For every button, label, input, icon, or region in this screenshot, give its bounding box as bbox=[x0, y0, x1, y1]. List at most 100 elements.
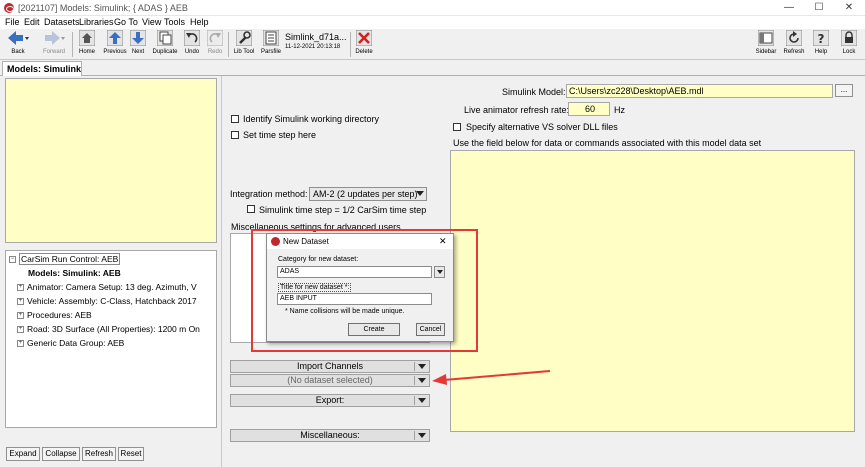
tree-item-procedures[interactable]: + Procedures: AEB bbox=[17, 309, 92, 322]
refresh-rate-label: Live animator refresh rate: bbox=[464, 105, 570, 115]
expand-icon[interactable]: + bbox=[17, 340, 24, 348]
expand-button[interactable]: Expand bbox=[6, 447, 40, 461]
next-button[interactable]: Next bbox=[129, 29, 147, 59]
forward-arrow-icon bbox=[43, 30, 65, 46]
simulink-model-path[interactable]: C:\Users\zc228\Desktop\AEB.mdl bbox=[566, 84, 833, 98]
refresh-rate-unit: Hz bbox=[614, 105, 625, 115]
lock-icon bbox=[840, 29, 858, 47]
annotation-rectangle bbox=[251, 229, 478, 352]
parsfile-info: Simlink_d71a... 11-12-2021 20:13:18 bbox=[285, 31, 349, 57]
lock-button[interactable]: Lock bbox=[837, 29, 861, 59]
undo-icon bbox=[183, 29, 201, 47]
run-tree: − CarSim Run Control: AEB Models: Simulin… bbox=[5, 250, 217, 428]
parsfile-date: 11-12-2021 20:13:18 bbox=[285, 44, 341, 50]
dropdown-arrow-icon bbox=[418, 398, 426, 403]
expand-icon[interactable]: + bbox=[17, 312, 24, 320]
duplicate-icon bbox=[156, 29, 174, 47]
help-question-icon: ? bbox=[812, 29, 830, 47]
back-button[interactable]: Back bbox=[4, 30, 32, 59]
simulink-time-step-label: Simulink time step = 1/2 CarSim time ste… bbox=[259, 205, 427, 215]
simulink-model-label: Simulink Model: bbox=[502, 87, 566, 97]
annotation-arrow-icon bbox=[432, 370, 551, 385]
parsfile-button[interactable]: Parsfile bbox=[259, 29, 283, 59]
alt-solver-checkbox[interactable] bbox=[453, 123, 461, 131]
down-arrow-icon bbox=[129, 29, 147, 47]
dropdown-arrow-icon bbox=[418, 364, 426, 369]
menu-edit[interactable]: Edit bbox=[24, 16, 40, 29]
menu-datasets[interactable]: Datasets bbox=[44, 16, 80, 29]
tree-root[interactable]: − CarSim Run Control: AEB bbox=[9, 253, 121, 266]
menu-go-to[interactable]: Go To bbox=[114, 16, 138, 29]
dropdown-arrow-icon bbox=[418, 378, 426, 383]
refresh-rate-input[interactable]: 60 bbox=[568, 102, 610, 116]
minimize-button[interactable]: — bbox=[777, 0, 801, 16]
dataset-select[interactable]: (No dataset selected) bbox=[230, 374, 430, 387]
alt-solver-label: Specify alternative VS solver DLL files bbox=[466, 122, 618, 132]
dropdown-arrow-icon bbox=[416, 191, 424, 196]
delete-x-icon bbox=[355, 29, 373, 47]
wrench-icon bbox=[235, 29, 253, 47]
simulink-time-step-checkbox[interactable] bbox=[247, 205, 255, 213]
forward-button[interactable]: Forward bbox=[38, 30, 70, 59]
up-arrow-icon bbox=[106, 29, 124, 47]
tree-item-generic-data[interactable]: + Generic Data Group: AEB bbox=[17, 337, 124, 350]
identify-wd-checkbox[interactable] bbox=[231, 115, 239, 123]
reset-button[interactable]: Reset bbox=[118, 447, 144, 461]
identify-wd-label: Identify Simulink working directory bbox=[243, 114, 380, 124]
refresh-button[interactable]: Refresh bbox=[782, 29, 806, 59]
expand-icon[interactable]: + bbox=[17, 326, 24, 334]
tree-refresh-button[interactable]: Refresh bbox=[82, 447, 116, 461]
set-time-step-label: Set time step here bbox=[243, 130, 317, 140]
duplicate-button[interactable]: Duplicate bbox=[151, 29, 179, 59]
svg-text:?: ? bbox=[818, 32, 825, 46]
previous-button[interactable]: Previous bbox=[101, 29, 129, 59]
miscellaneous-button[interactable]: Miscellaneous: bbox=[230, 429, 430, 442]
integration-method-select[interactable]: AM-2 (2 updates per step) bbox=[309, 187, 427, 201]
collapse-icon[interactable]: − bbox=[9, 256, 16, 264]
redo-icon bbox=[206, 29, 224, 47]
menu-bar: File Edit Datasets Libraries Go To View … bbox=[0, 16, 865, 29]
window-title: [2021107] Models: Simulink; { ADAS } AEB bbox=[18, 3, 188, 13]
model-data-field[interactable] bbox=[450, 150, 855, 432]
export-button[interactable]: Export: bbox=[230, 394, 430, 407]
menu-tools[interactable]: Tools bbox=[164, 16, 185, 29]
home-icon bbox=[78, 29, 96, 47]
parsfile-name: Simlink_d71a... bbox=[285, 32, 347, 42]
menu-libraries[interactable]: Libraries bbox=[79, 16, 114, 29]
title-bar: [2021107] Models: Simulink; { ADAS } AEB… bbox=[0, 0, 865, 16]
field-hint-label: Use the field below for data or commands… bbox=[453, 138, 762, 148]
home-button[interactable]: Home bbox=[76, 29, 98, 59]
refresh-icon bbox=[785, 29, 803, 47]
import-channels-button[interactable]: Import Channels bbox=[230, 360, 430, 373]
expand-icon[interactable]: + bbox=[17, 298, 24, 306]
menu-file[interactable]: File bbox=[5, 16, 20, 29]
delete-button[interactable]: Delete bbox=[352, 29, 376, 59]
redo-button[interactable]: Redo bbox=[205, 29, 225, 59]
menu-view[interactable]: View bbox=[142, 16, 161, 29]
integration-method-label: Integration method: bbox=[230, 189, 308, 199]
parsfile-icon bbox=[262, 29, 280, 47]
undo-button[interactable]: Undo bbox=[182, 29, 202, 59]
notes-field[interactable] bbox=[5, 78, 217, 243]
close-button[interactable]: ✕ bbox=[837, 0, 861, 16]
back-arrow-icon bbox=[7, 30, 29, 46]
tab-models-simulink[interactable]: Models: Simulink bbox=[2, 61, 82, 76]
expand-icon[interactable]: + bbox=[17, 284, 24, 292]
help-button[interactable]: ? Help bbox=[810, 29, 832, 59]
tab-row bbox=[0, 61, 865, 76]
tree-item-animator[interactable]: + Animator: Camera Setup: 13 deg. Azimuth… bbox=[17, 281, 197, 294]
tree-item-current[interactable]: Models: Simulink: AEB bbox=[28, 267, 121, 280]
sidebar-icon bbox=[757, 29, 775, 47]
tree-item-road[interactable]: + Road: 3D Surface (All Properties): 1200… bbox=[17, 323, 200, 336]
lib-tool-button[interactable]: Lib Tool bbox=[231, 29, 257, 59]
set-time-step-checkbox[interactable] bbox=[231, 131, 239, 139]
menu-help[interactable]: Help bbox=[190, 16, 209, 29]
tree-item-vehicle[interactable]: + Vehicle: Assembly: C-Class, Hatchback 2… bbox=[17, 295, 197, 308]
toolbar: Back Forward Home Previous Next Duplicat… bbox=[0, 29, 865, 60]
sidebar-button[interactable]: Sidebar bbox=[754, 29, 778, 59]
maximize-button[interactable]: ☐ bbox=[807, 0, 831, 16]
app-icon bbox=[4, 3, 14, 13]
browse-button[interactable]: ... bbox=[835, 84, 853, 97]
dropdown-arrow-icon bbox=[418, 433, 426, 438]
collapse-button[interactable]: Collapse bbox=[42, 447, 80, 461]
